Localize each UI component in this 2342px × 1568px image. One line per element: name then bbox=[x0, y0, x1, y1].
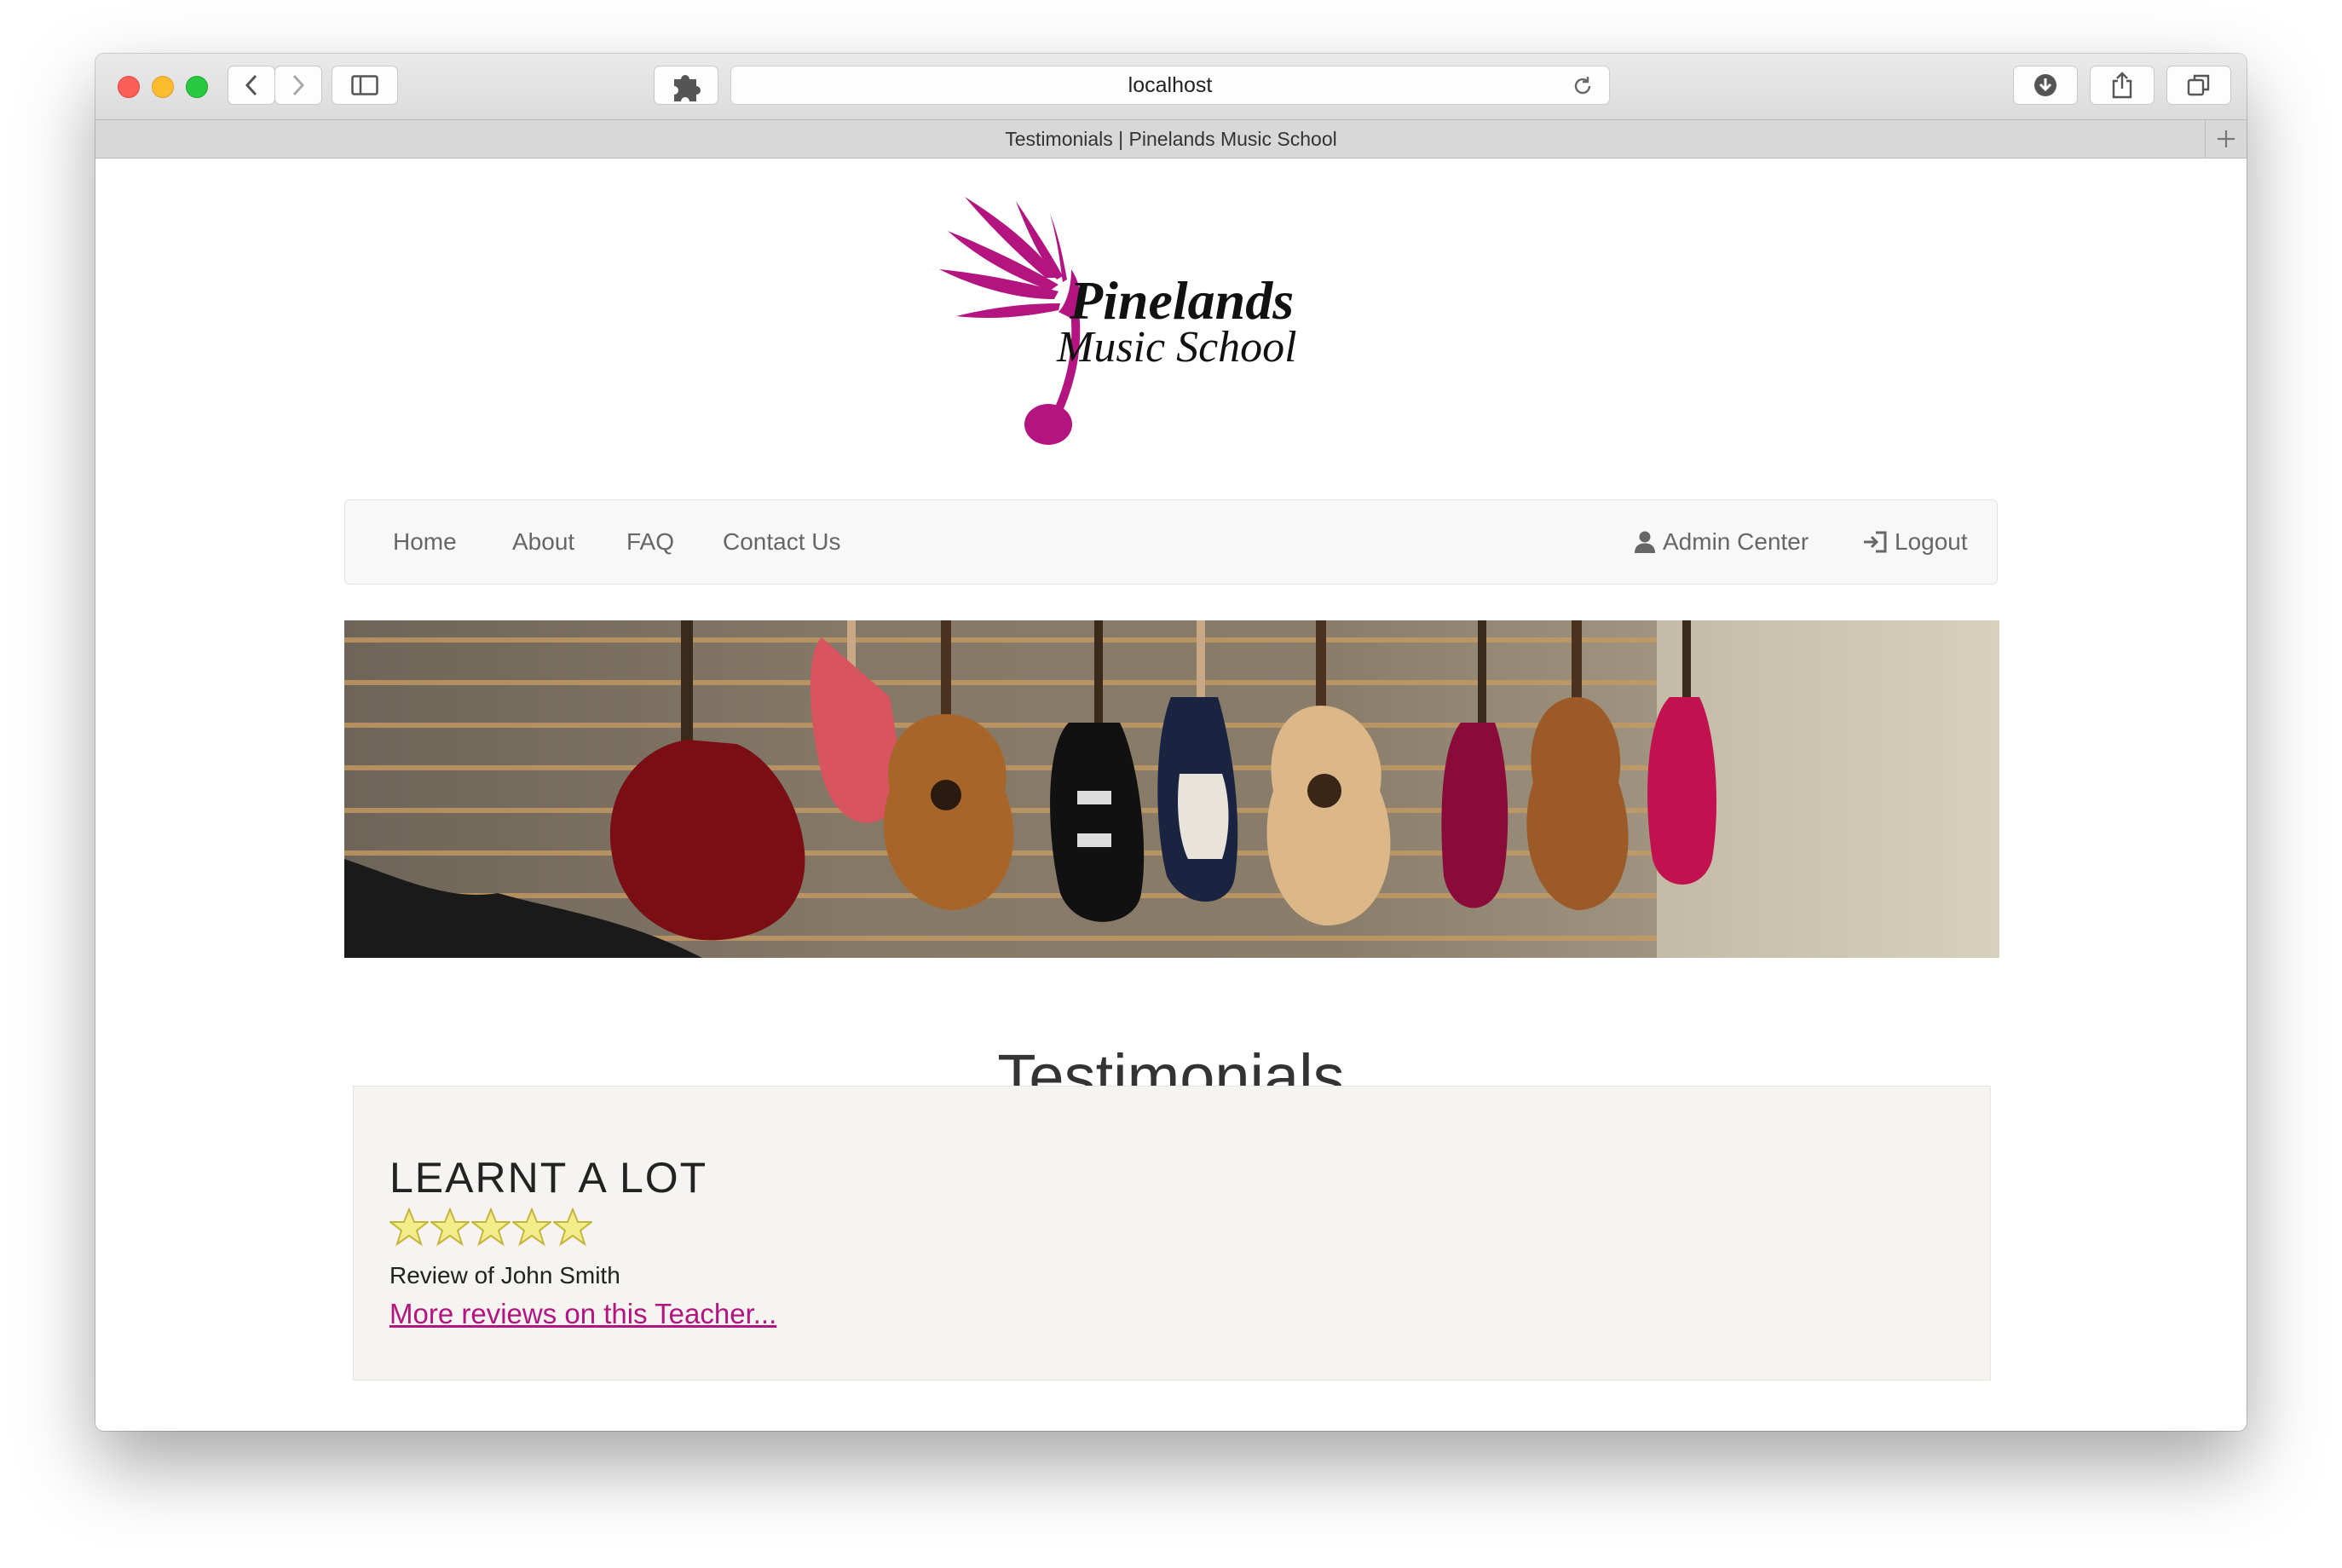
main-navbar: Home About FAQ Contact Us Admin Center L… bbox=[344, 499, 1998, 585]
browser-window: localhost Testimonials | Pinelands Music… bbox=[95, 54, 2247, 1431]
review-title: LEARNT A LOT bbox=[389, 1154, 708, 1202]
logo-subtitle: Music School bbox=[1057, 323, 1297, 372]
forward-button[interactable] bbox=[274, 66, 322, 105]
logout-label: Logout bbox=[1895, 528, 1968, 555]
back-button[interactable] bbox=[228, 66, 275, 105]
star-icon bbox=[512, 1208, 551, 1247]
browser-toolbar: localhost bbox=[95, 54, 2247, 119]
nav-admin-center[interactable]: Admin Center bbox=[1634, 500, 1808, 584]
reload-icon[interactable] bbox=[1572, 75, 1594, 97]
minimize-window-button[interactable] bbox=[152, 76, 174, 98]
plus-icon bbox=[2218, 130, 2235, 147]
hero-guitars-image bbox=[344, 620, 1999, 958]
site-logo[interactable]: Pinelands Music School bbox=[931, 184, 1408, 448]
downloads-button[interactable] bbox=[2013, 66, 2078, 105]
address-bar[interactable]: localhost bbox=[730, 66, 1610, 105]
zoom-window-button[interactable] bbox=[186, 76, 208, 98]
star-icon bbox=[553, 1208, 592, 1247]
guitars-illustration bbox=[344, 620, 1716, 958]
star-icon bbox=[471, 1208, 511, 1247]
nav-faq[interactable]: FAQ bbox=[626, 500, 674, 584]
tab-bar: Testimonials | Pinelands Music School bbox=[95, 119, 2247, 159]
chevron-left-icon bbox=[245, 74, 257, 96]
share-button[interactable] bbox=[2090, 66, 2155, 105]
nav-home[interactable]: Home bbox=[393, 500, 457, 584]
new-tab-button[interactable] bbox=[2205, 120, 2247, 158]
close-window-button[interactable] bbox=[118, 76, 140, 98]
star-icon bbox=[389, 1208, 429, 1247]
nav-about[interactable]: About bbox=[512, 500, 574, 584]
tabs-icon bbox=[2187, 74, 2210, 96]
extension-button[interactable] bbox=[654, 66, 718, 105]
share-icon bbox=[2112, 72, 2132, 99]
star-rating bbox=[389, 1208, 592, 1247]
more-reviews-link[interactable]: More reviews on this Teacher... bbox=[389, 1298, 776, 1330]
page-content: Pinelands Music School Home About FAQ Co… bbox=[95, 159, 2247, 1431]
tabs-overview-button[interactable] bbox=[2166, 66, 2231, 105]
review-subject: Review of John Smith bbox=[389, 1262, 620, 1288]
review-card: LEARNT A LOT Review of John Smith More r… bbox=[353, 1086, 1991, 1381]
tab-title[interactable]: Testimonials | Pinelands Music School bbox=[1005, 128, 1336, 151]
admin-center-label: Admin Center bbox=[1663, 528, 1809, 555]
sidebar-icon bbox=[351, 75, 378, 95]
chevron-right-icon bbox=[292, 74, 305, 96]
user-icon bbox=[1635, 531, 1655, 553]
puzzle-icon bbox=[674, 75, 701, 101]
download-icon bbox=[2034, 74, 2056, 96]
url-text: localhost bbox=[1128, 72, 1213, 97]
star-icon bbox=[430, 1208, 470, 1247]
nav-logout[interactable]: Logout bbox=[1862, 500, 1968, 584]
sidebar-button[interactable] bbox=[332, 66, 398, 105]
login-icon bbox=[1864, 531, 1887, 553]
nav-contact[interactable]: Contact Us bbox=[723, 500, 841, 584]
